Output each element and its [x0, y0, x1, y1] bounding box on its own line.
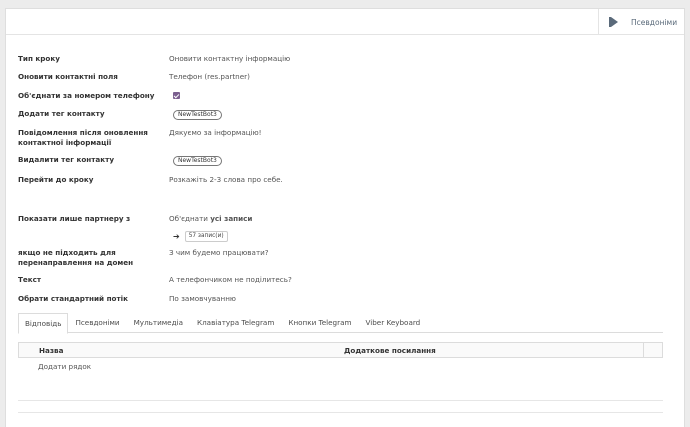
add-row-line: Додати рядок [18, 358, 663, 377]
show-only-partner-label: Показати лише партнеру з [18, 214, 131, 223]
if-not-fit-label: якщо не підходить для перенаправлення на… [18, 248, 134, 267]
tab-reply[interactable]: Відповідь [18, 313, 69, 334]
remove-contact-tag-label: Видалити тег контакту [18, 155, 114, 164]
matching-records-button[interactable]: ➔ 57 запис(и) [173, 231, 228, 242]
tab-aliases[interactable]: Псевдоніми [68, 313, 126, 333]
merge-by-phone-checkbox[interactable] [173, 92, 180, 99]
tab-telegram-keyboard[interactable]: Клавіатура Telegram [190, 313, 281, 333]
merge-by-phone-label: Об'єднати за номером телефону [18, 91, 155, 100]
arrow-right-icon: ➔ [173, 231, 180, 241]
text-label: Текст [18, 275, 42, 284]
notebook-tabs: Відповідь Псевдоніми Мультимедіа Клавіат… [18, 313, 663, 334]
add-contact-tag-label: Додати тег контакту [18, 109, 105, 118]
default-flow-value[interactable]: По замовчуванню [169, 294, 236, 304]
tab-multimedia[interactable]: Мультимедіа [127, 313, 190, 333]
update-contact-fields-label: Оновити контактні поля [18, 72, 118, 81]
column-header-extra-link[interactable]: Додаткове посилання [344, 346, 436, 355]
table-header: Назва Додаткове посилання [18, 342, 663, 358]
go-to-step-value[interactable]: Розкажіть 2-3 слова про себе. [169, 175, 283, 185]
tab-telegram-buttons[interactable]: Кнопки Telegram [281, 313, 358, 333]
show-only-partner-value[interactable]: Об'єднати усі записи [169, 214, 252, 224]
aliases-smart-button-label: Псевдоніми [631, 17, 678, 27]
text-value[interactable]: А телефончиком не поділитесь? [169, 275, 292, 285]
table-row-divider [18, 400, 663, 401]
show-only-partner-prefix: Об'єднати [169, 214, 211, 223]
message-after-update-label: Повідомлення після оновлення контактної … [18, 128, 148, 147]
button-box: Псевдоніми [6, 9, 684, 35]
flag-icon [609, 17, 619, 27]
column-divider [643, 343, 644, 357]
column-header-name[interactable]: Назва [39, 346, 63, 355]
add-contact-tag-chip[interactable]: NewTestBot3 [173, 110, 222, 120]
aliases-smart-button[interactable]: Псевдоніми [598, 9, 684, 35]
add-row-link[interactable]: Додати рядок [38, 362, 91, 371]
default-flow-label: Обрати стандартний потік [18, 294, 128, 303]
remove-contact-tag-chip[interactable]: NewTestBot3 [173, 156, 222, 166]
update-contact-fields-value[interactable]: Телефон (res.partner) [169, 72, 250, 82]
reply-table: Назва Додаткове посилання Додати рядок [18, 342, 663, 377]
step-type-value[interactable]: Оновити контактну інформацію [169, 54, 290, 64]
step-type-label: Тип кроку [18, 54, 60, 63]
table-footer-divider [18, 412, 663, 413]
message-after-update-value[interactable]: Дякуємо за інформацію! [169, 128, 262, 138]
tab-viber-keyboard[interactable]: Viber Keyboard [358, 313, 427, 333]
if-not-fit-value[interactable]: З чим будемо працювати? [169, 248, 269, 258]
matching-records-count: 57 запис(и) [184, 231, 228, 242]
go-to-step-label: Перейти до кроку [18, 175, 94, 184]
show-only-partner-bold: усі записи [210, 214, 253, 223]
